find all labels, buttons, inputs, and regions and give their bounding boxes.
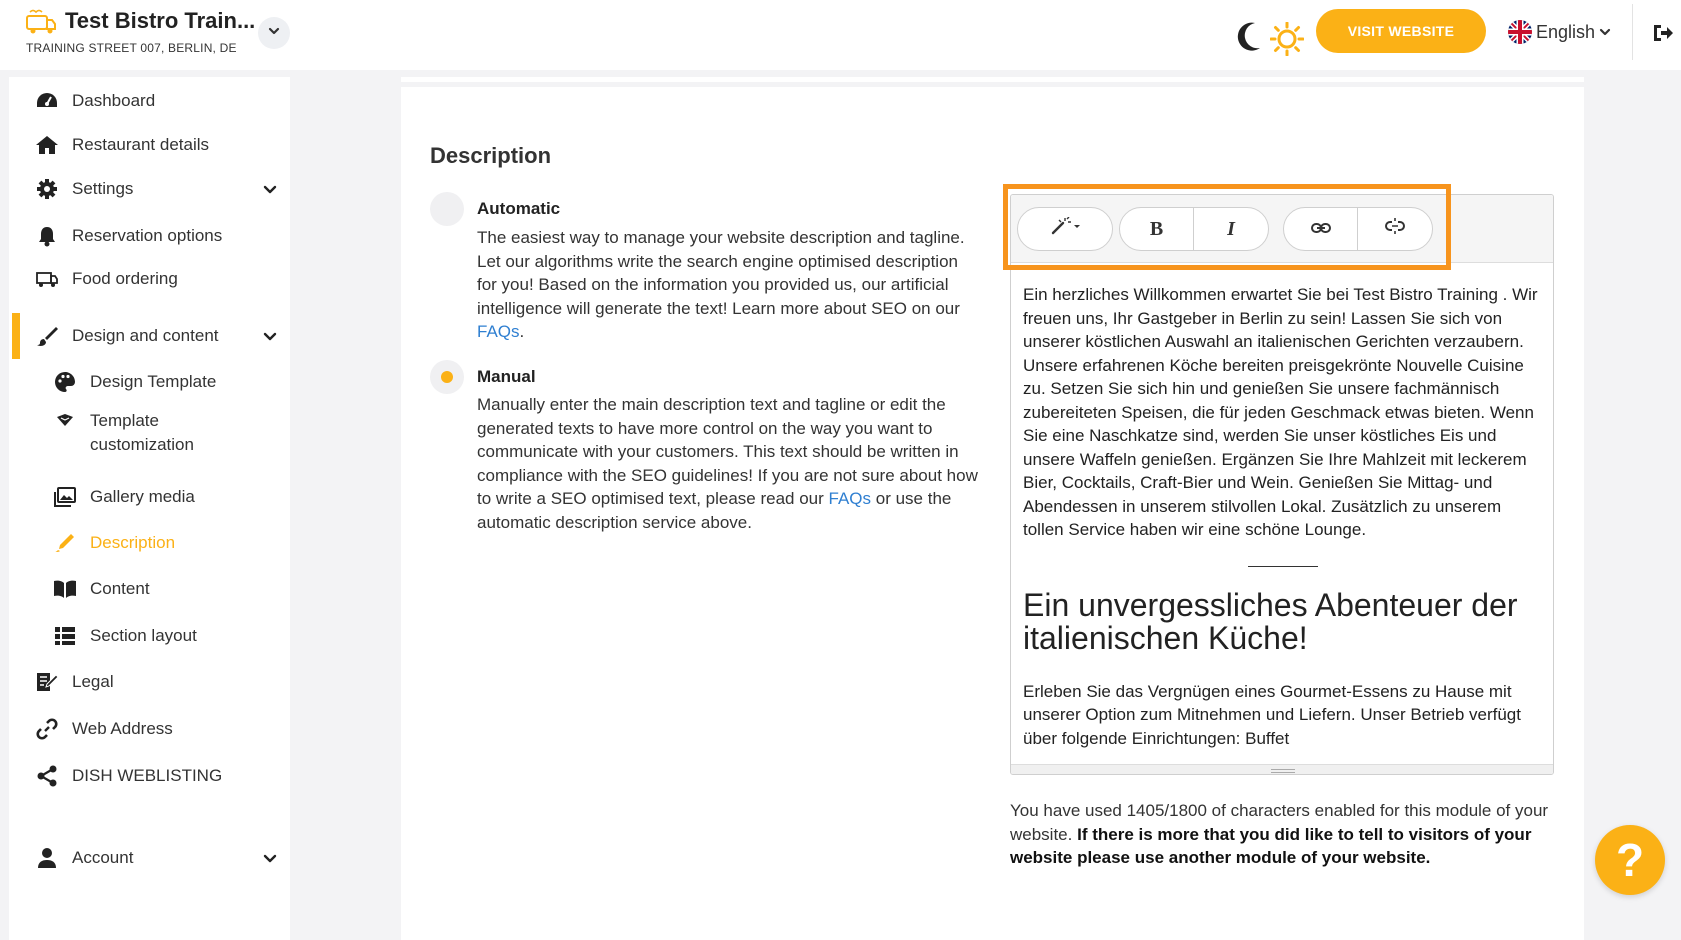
- faqs-link[interactable]: FAQs: [829, 489, 872, 508]
- sidebar-item-label: Gallery media: [90, 487, 195, 506]
- top-bar: Test Bistro Train... TRAINING STREET 007…: [0, 0, 1681, 70]
- editor-heading: Ein unvergessliches Abenteuer der italie…: [1023, 586, 1518, 656]
- manual-option-description: Manually enter the main description text…: [477, 393, 982, 534]
- share-icon: [34, 764, 60, 788]
- character-usage-note: You have used 1405/1800 of characters en…: [1010, 799, 1560, 870]
- sidebar-item-account[interactable]: Account: [9, 838, 290, 878]
- sidebar-item-label: Legal: [72, 672, 114, 691]
- user-icon: [34, 846, 60, 870]
- editor-paragraph: Ein herzliches Willkommen erwartet Sie b…: [1023, 285, 1538, 539]
- sun-icon: [1269, 21, 1305, 61]
- sidebar-item-label: Content: [90, 579, 150, 598]
- theme-toggle[interactable]: [1236, 16, 1308, 58]
- manual-option-title: Manual: [477, 367, 536, 386]
- sidebar-item-label: Design and content: [72, 326, 219, 345]
- sidebar-item-design-template[interactable]: Design Template: [9, 362, 290, 402]
- brush-icon: [34, 324, 60, 348]
- sidebar-item-label: Reservation options: [72, 226, 223, 245]
- chevron-down-icon: [263, 182, 277, 196]
- sidebar-item-dish-weblisting[interactable]: DISH WEBLISTING: [9, 756, 290, 796]
- manual-radio[interactable]: [430, 360, 464, 394]
- sidebar-item-label: Web Address: [72, 719, 173, 738]
- editor-paragraph: Erleben Sie das Vergnügen eines Gourmet-…: [1023, 681, 1521, 748]
- sidebar-item-web-address[interactable]: Web Address: [9, 709, 290, 749]
- sidebar-item-label: Account: [72, 848, 134, 867]
- content-top-strip: [401, 77, 1584, 82]
- editor-resize-handle[interactable]: [1011, 764, 1553, 774]
- automatic-option-description: The easiest way to manage your website d…: [477, 226, 982, 344]
- question-mark-icon: ?: [1615, 834, 1645, 886]
- sidebar-item-food-ordering[interactable]: Food ordering: [9, 259, 290, 299]
- page-title: Description: [430, 143, 552, 168]
- toolbar-highlight-box: [1003, 184, 1451, 270]
- sidebar-item-design-and-content[interactable]: Design and content: [9, 316, 290, 356]
- sidebar-item-description[interactable]: Description: [9, 523, 290, 563]
- sidebar-item-dashboard[interactable]: Dashboard: [9, 81, 290, 121]
- home-icon: [34, 133, 60, 157]
- restaurant-switcher-button[interactable]: [258, 17, 290, 49]
- automatic-option-title: Automatic: [477, 199, 561, 218]
- automatic-description-text-end: .: [519, 322, 525, 341]
- sidebar-item-label: Design Template: [90, 372, 217, 391]
- visit-website-button[interactable]: VISIT WEBSITE: [1316, 9, 1486, 53]
- chevron-down-icon: [267, 24, 281, 43]
- sidebar-item-gallery-media[interactable]: Gallery media: [9, 477, 290, 517]
- sidebar-item-label: Food ordering: [72, 269, 178, 288]
- logout-button[interactable]: [1648, 18, 1678, 48]
- dashboard-icon: [34, 89, 60, 113]
- divider: [1632, 4, 1633, 60]
- chevron-down-icon: [263, 851, 277, 865]
- sidebar-item-settings[interactable]: Settings: [9, 169, 290, 209]
- sidebar-item-label: Settings: [72, 179, 134, 198]
- link-icon: [34, 717, 60, 741]
- sidebar-item-section-layout[interactable]: Section layout: [9, 616, 290, 656]
- document-icon: [34, 670, 60, 694]
- image-icon: [52, 485, 78, 509]
- chevron-down-icon: [263, 329, 277, 343]
- sidebar-item-content[interactable]: Content: [9, 569, 290, 609]
- delivery-icon: [34, 267, 60, 291]
- sidebar-item-label: Restaurant details: [72, 135, 210, 154]
- help-button[interactable]: ?: [1595, 825, 1665, 895]
- sidebar-item-reservation-options[interactable]: Reservation options: [9, 216, 290, 256]
- list-icon: [52, 624, 78, 648]
- pen-icon: [52, 531, 78, 555]
- uk-flag-icon: [1508, 20, 1532, 44]
- gear-icon: [34, 177, 60, 201]
- character-usage-hint: If there is more that you did like to te…: [1010, 824, 1532, 868]
- palette-icon: [52, 370, 78, 394]
- sidebar-item-legal[interactable]: Legal: [9, 662, 290, 702]
- editor-content[interactable]: Ein herzliches Willkommen erwartet Sie b…: [1023, 283, 1543, 758]
- faqs-link[interactable]: FAQs: [477, 322, 520, 341]
- sidebar-item-template-customization[interactable]: Template customization: [9, 407, 290, 457]
- chevron-down-icon: [1599, 22, 1611, 43]
- sidebar-item-label: Section layout: [90, 626, 197, 645]
- book-icon: [52, 577, 78, 601]
- automatic-description-text: The easiest way to manage your website d…: [477, 228, 965, 318]
- language-selector[interactable]: English: [1508, 18, 1611, 46]
- template-icon: [52, 409, 78, 433]
- food-truck-icon: [25, 8, 57, 36]
- sidebar-item-label: DISH WEBLISTING: [72, 766, 223, 785]
- logout-icon: [1648, 25, 1678, 52]
- restaurant-name[interactable]: Test Bistro Train...: [65, 8, 255, 34]
- moon-icon: [1236, 20, 1270, 59]
- description-editor[interactable]: B I Ein herzliches Willkommen erwartet S…: [1010, 194, 1554, 775]
- sidebar-item-label: Dashboard: [72, 91, 156, 110]
- editor-divider: [1248, 565, 1318, 567]
- sidebar-item-label: Description: [90, 533, 176, 552]
- language-label: English: [1536, 21, 1596, 42]
- grip-icon: [1271, 769, 1295, 773]
- sidebar-item-label: Template customization: [90, 411, 194, 454]
- bell-icon: [34, 224, 60, 248]
- sidebar-item-restaurant-details[interactable]: Restaurant details: [9, 125, 290, 165]
- sidebar: Dashboard Restaurant details Settings Re…: [9, 77, 290, 940]
- restaurant-address: TRAINING STREET 007, BERLIN, DE: [26, 41, 237, 55]
- automatic-radio[interactable]: [430, 192, 464, 226]
